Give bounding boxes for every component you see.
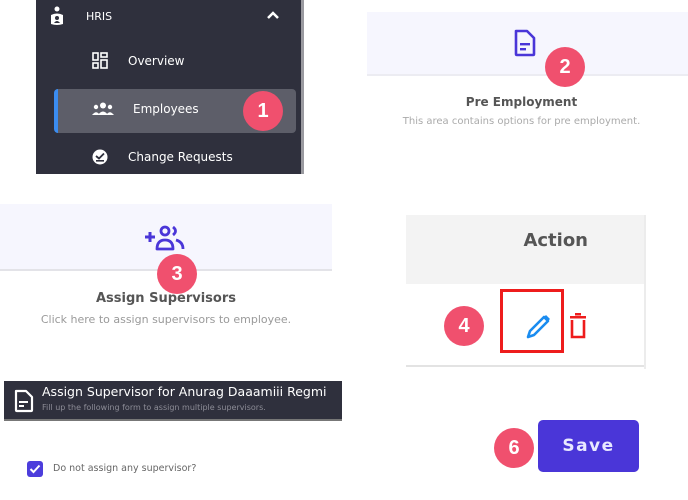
chevron-up-icon[interactable] (266, 10, 280, 20)
document-icon (14, 389, 34, 413)
step-badge-4: 4 (444, 306, 484, 346)
pre-employment-card[interactable]: Pre Employment This area contains option… (367, 12, 688, 177)
employee-table: Action (406, 215, 646, 369)
sidebar-item-change-requests[interactable]: Change Requests (92, 149, 233, 165)
no-supervisor-checkbox[interactable] (27, 461, 43, 477)
sidebar-item-label: Overview (128, 54, 185, 68)
sidebar-item-label: Employees (133, 102, 199, 116)
sidebar-panel: HRIS Overview Employees Change Requests (36, 0, 304, 174)
add-users-icon (145, 225, 185, 251)
form-subtitle: Fill up the following form to assign mul… (42, 403, 266, 412)
form-header: Assign Supervisor for Anurag Daaamiii Re… (4, 381, 342, 421)
column-header-action: Action (523, 230, 588, 251)
users-icon (92, 102, 114, 115)
step-badge-2: 2 (545, 47, 585, 87)
sidebar-item-label: Change Requests (128, 150, 233, 164)
sidebar-item-overview[interactable]: Overview (92, 52, 185, 70)
sidebar-item-employees-content[interactable]: Employees (92, 102, 199, 116)
dashboard-icon (92, 52, 108, 69)
form-title: Assign Supervisor for Anurag Daaamiii Re… (42, 384, 327, 399)
check-circle-icon (92, 149, 108, 165)
save-button[interactable]: Save (538, 420, 639, 472)
step-badge-3: 3 (157, 254, 197, 294)
table-header: Action (406, 215, 644, 284)
row-divider (406, 365, 644, 367)
assign-supervisors-description: Click here to assign supervisors to empl… (40, 313, 292, 326)
edit-pencil-icon[interactable] (524, 313, 552, 341)
checkmark-icon (29, 464, 41, 474)
person-badge-icon (51, 6, 63, 25)
step-badge-6: 6 (494, 428, 534, 468)
assign-supervisors-title: Assign Supervisors (96, 291, 236, 306)
no-supervisor-label: Do not assign any supervisor? (53, 463, 197, 474)
step-badge-1: 1 (243, 91, 283, 131)
pre-employment-title: Pre Employment (465, 95, 578, 109)
sidebar-section-hris[interactable]: HRIS (50, 6, 112, 26)
delete-trash-icon[interactable] (569, 312, 587, 340)
document-icon (514, 29, 536, 57)
sidebar-section-label: HRIS (86, 9, 113, 23)
pre-employment-description: This area contains options for pre emplo… (402, 116, 641, 127)
